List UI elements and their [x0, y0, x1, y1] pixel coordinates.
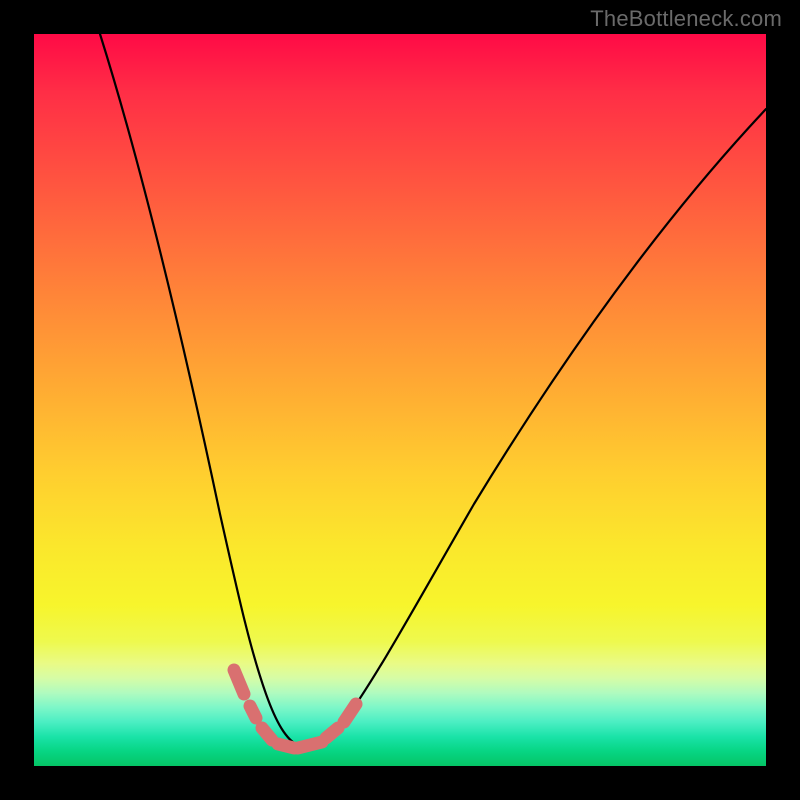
highlighted-markers [234, 670, 356, 748]
watermark-text: TheBottleneck.com [590, 6, 782, 32]
plot-area [34, 34, 766, 766]
chart-frame: TheBottleneck.com [0, 0, 800, 800]
bottleneck-curve [100, 34, 766, 748]
chart-svg [34, 34, 766, 766]
